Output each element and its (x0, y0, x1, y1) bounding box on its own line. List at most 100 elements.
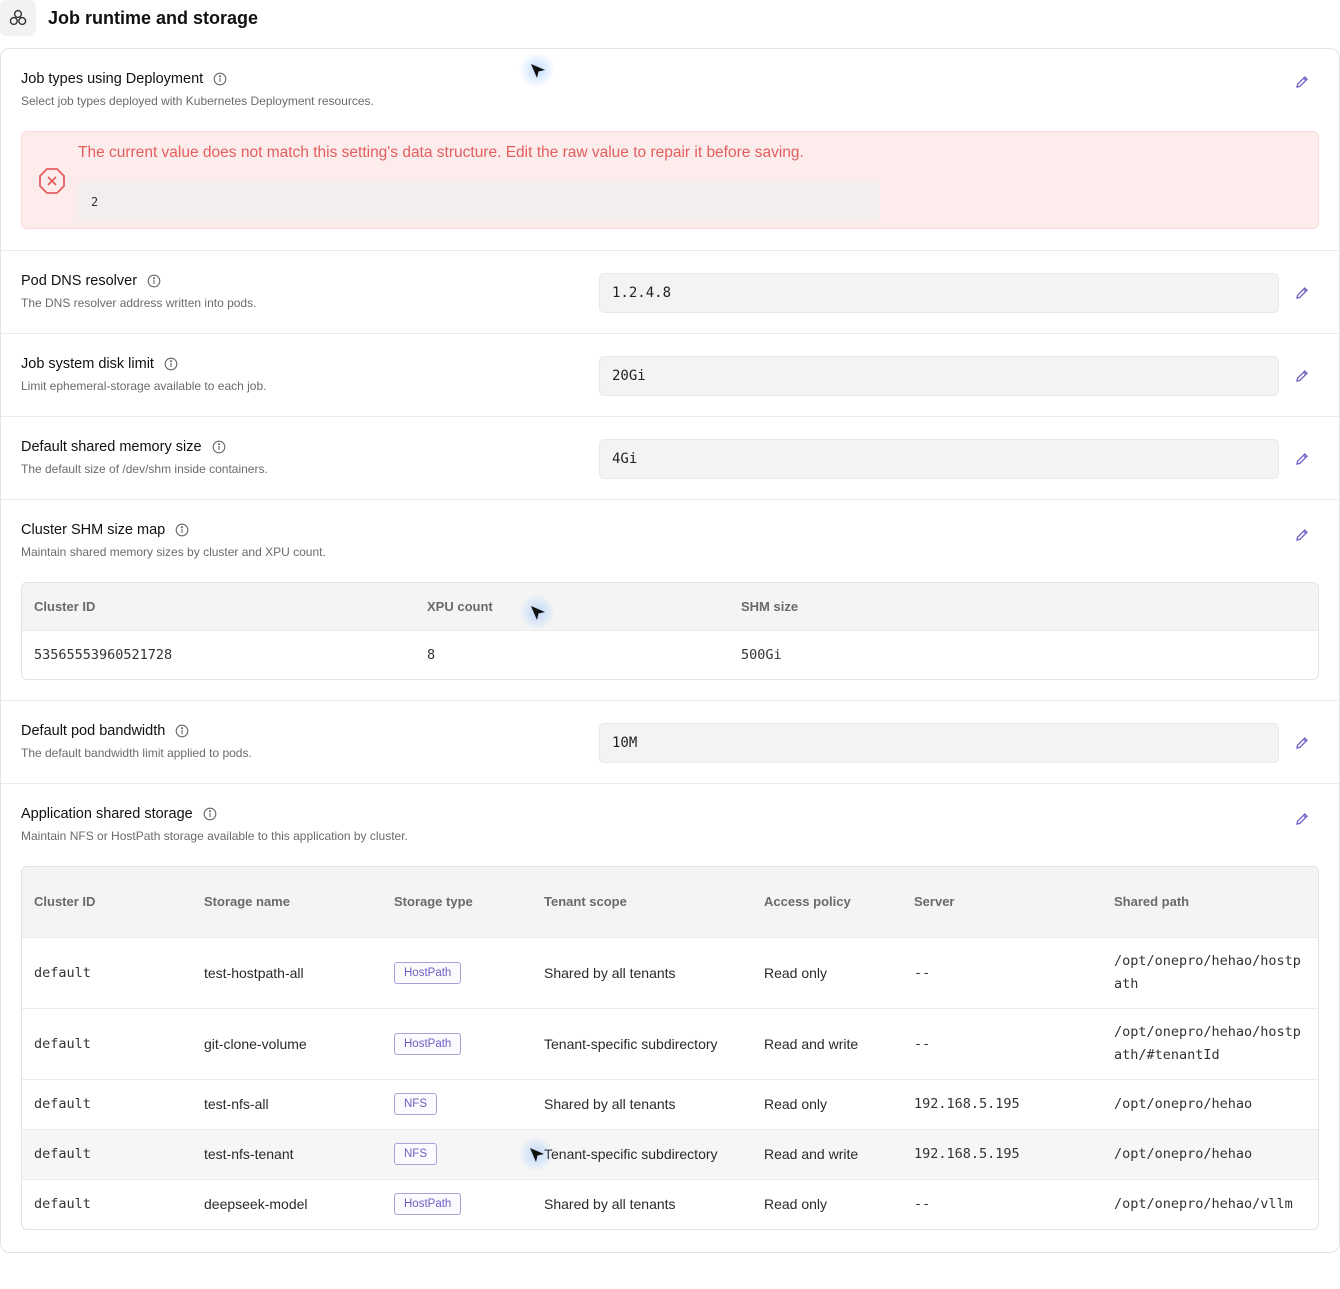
edit-bandwidth-button[interactable] (1289, 730, 1315, 756)
job-types-label: Job types using Deployment (21, 71, 204, 87)
access-policy-cell: Read only (752, 1078, 902, 1129)
edit-shm-size-button[interactable] (1289, 446, 1315, 472)
storage-type-tag: HostPath (394, 1193, 462, 1216)
server-cell: -- (902, 1007, 1102, 1079)
storage-type-cell: NFS (382, 1078, 532, 1129)
table-row: default test-nfs-tenant NFS Tenant-speci… (22, 1128, 1318, 1179)
pencil-icon (1296, 529, 1308, 541)
setting-pod-dns: Pod DNS resolver The DNS resolver addres… (1, 251, 1339, 334)
info-icon[interactable] (164, 357, 178, 371)
cluster-nodes-icon (0, 0, 36, 36)
shm-size-cell: 500Gi (729, 629, 1318, 679)
edit-job-types-button[interactable] (1289, 69, 1315, 95)
info-icon[interactable] (212, 440, 226, 454)
table-header-row: Cluster ID Storage name Storage type Ten… (22, 867, 1318, 937)
error-alert: The current value does not match this se… (21, 131, 1319, 229)
column-header: Cluster ID (22, 867, 192, 937)
storage-type-cell: HostPath (382, 1178, 532, 1229)
bandwidth-description: The default bandwidth limit applied to p… (21, 746, 252, 760)
path-line: /opt/onepro/hehao/hostp (1114, 952, 1301, 969)
setting-label: Pod DNS resolver (21, 273, 161, 289)
tenant-scope-cell: Tenant-specific subdirectory (532, 1007, 752, 1079)
shared-storage-description: Maintain NFS or HostPath storage availab… (21, 829, 408, 843)
storage-type-cell: NFS (382, 1128, 532, 1179)
column-header: Cluster ID (22, 583, 415, 630)
storage-type-tag: NFS (394, 1093, 437, 1115)
server-cell: 192.168.5.195 (902, 1128, 1102, 1179)
cluster-id-cell: default (22, 1007, 192, 1079)
access-policy-cell: Read only (752, 936, 902, 1008)
error-message: The current value does not match this se… (78, 144, 804, 161)
column-header: XPU count (415, 583, 729, 630)
shared-path-cell: /opt/onepro/hehao/vllm (1102, 1178, 1318, 1229)
setting-label: Default shared memory size (21, 439, 226, 455)
info-icon[interactable] (175, 724, 189, 738)
storage-name-cell: test-nfs-all (192, 1078, 382, 1129)
bandwidth-label: Default pod bandwidth (21, 723, 166, 739)
edit-disk-limit-button[interactable] (1289, 363, 1315, 389)
setting-label: Application shared storage (21, 806, 217, 822)
setting-shm-map: Cluster SHM size map Maintain shared mem… (1, 500, 1339, 701)
disk-limit-label: Job system disk limit (21, 356, 154, 372)
storage-type-tag: NFS (394, 1143, 437, 1165)
column-header: Server (902, 867, 1102, 937)
path-line: /opt/onepro/hehao/hostp (1114, 1023, 1301, 1040)
setting-label: Job system disk limit (21, 356, 178, 372)
pencil-icon (1296, 76, 1308, 88)
cluster-id-cell: default (22, 936, 192, 1008)
storage-name-cell: git-clone-volume (192, 1007, 382, 1079)
settings-card: Job types using Deployment Select job ty… (0, 48, 1340, 1253)
pencil-icon (1296, 287, 1308, 299)
path-line: ath (1114, 975, 1139, 992)
pencil-icon (1296, 453, 1308, 465)
info-icon[interactable] (213, 72, 227, 86)
page-header: Job runtime and storage (0, 0, 258, 36)
table-row: default test-nfs-all NFS Shared by all t… (22, 1078, 1318, 1129)
shm-size-description: The default size of /dev/shm inside cont… (21, 462, 268, 476)
pencil-icon (1296, 737, 1308, 749)
disk-limit-value: 20Gi (599, 356, 1279, 396)
setting-disk-limit: Job system disk limit Limit ephemeral-st… (1, 334, 1339, 417)
shm-map-table: Cluster ID XPU count SHM size 5356555396… (21, 582, 1319, 680)
cluster-id-cell: default (22, 1178, 192, 1229)
info-icon[interactable] (203, 807, 217, 821)
column-header: Shared path (1102, 867, 1318, 937)
table-row: 53565553960521728 8 500Gi (22, 629, 1318, 679)
server-cell: -- (902, 936, 1102, 1008)
shm-size-label: Default shared memory size (21, 439, 202, 455)
edit-shared-storage-button[interactable] (1289, 806, 1315, 832)
edit-shm-map-button[interactable] (1289, 522, 1315, 548)
shm-size-value: 4Gi (599, 439, 1279, 479)
server-cell: 192.168.5.195 (902, 1078, 1102, 1129)
info-icon[interactable] (147, 274, 161, 288)
storage-name-cell: test-hostpath-all (192, 936, 382, 1008)
cluster-id-cell: 53565553960521728 (22, 629, 415, 679)
error-octagon-icon (38, 167, 66, 200)
setting-shared-storage: Application shared storage Maintain NFS … (1, 784, 1339, 1252)
table-row: default git-clone-volume HostPath Tenant… (22, 1007, 1318, 1079)
raw-value-field[interactable]: 2 (78, 182, 880, 222)
page-title: Job runtime and storage (48, 7, 259, 28)
cluster-id-cell: default (22, 1078, 192, 1129)
shared-path-cell: /opt/onepro/hehao (1102, 1128, 1318, 1179)
storage-type-cell: HostPath (382, 1007, 532, 1079)
column-header: Access policy (752, 867, 902, 937)
shm-map-description: Maintain shared memory sizes by cluster … (21, 545, 326, 559)
setting-label: Default pod bandwidth (21, 723, 189, 739)
path-line: ath/#tenantId (1114, 1046, 1220, 1063)
column-header: Tenant scope (532, 867, 752, 937)
column-header: Storage name (192, 867, 382, 937)
setting-label: Cluster SHM size map (21, 522, 189, 538)
setting-job-types: Job types using Deployment Select job ty… (1, 49, 1339, 251)
info-icon[interactable] (175, 523, 189, 537)
storage-type-tag: HostPath (394, 961, 462, 984)
cluster-id-cell: default (22, 1128, 192, 1179)
column-header: SHM size (729, 583, 1318, 630)
tenant-scope-cell: Tenant-specific subdirectory (532, 1128, 752, 1179)
shared-path-cell: /opt/onepro/hehao (1102, 1078, 1318, 1129)
table-row: default test-hostpath-all HostPath Share… (22, 936, 1318, 1008)
setting-bandwidth: Default pod bandwidth The default bandwi… (1, 701, 1339, 784)
server-cell: -- (902, 1178, 1102, 1229)
edit-pod-dns-button[interactable] (1289, 280, 1315, 306)
shared-path-cell: /opt/onepro/hehao/hostp ath/#tenantId (1102, 1007, 1318, 1079)
